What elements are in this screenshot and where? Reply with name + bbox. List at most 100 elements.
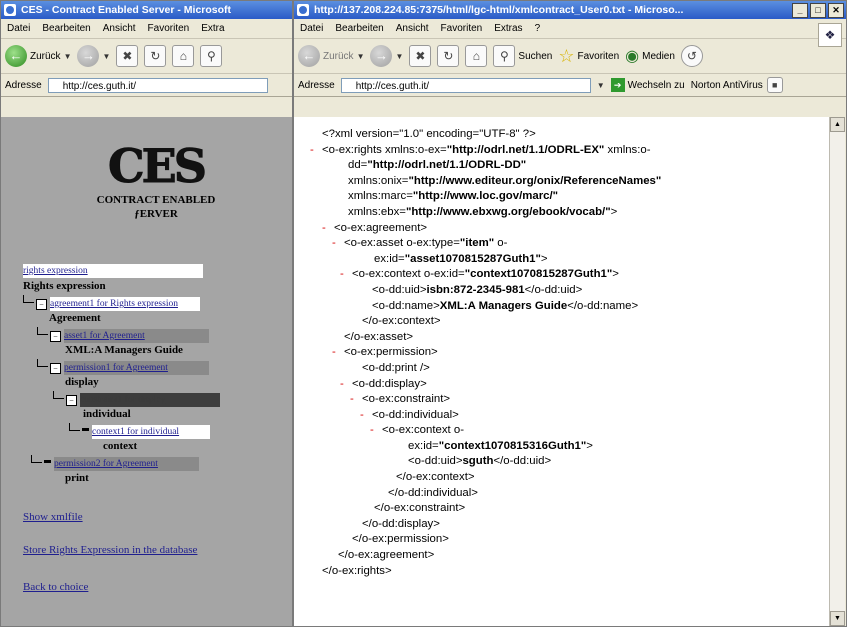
- search-button[interactable]: ⚲ Suchen: [493, 45, 552, 67]
- show-xml-link[interactable]: Show xmlfile: [23, 511, 83, 523]
- menu-item-help[interactable]: ?: [535, 23, 541, 34]
- agreement-link[interactable]: agreement1 for Rights expression: [50, 297, 200, 311]
- xml-value: "context1070815316Guth1": [438, 439, 587, 452]
- menu-item-extras[interactable]: Extra: [201, 23, 224, 34]
- search-icon[interactable]: ⚲: [200, 45, 223, 67]
- minimize-icon[interactable]: _: [792, 3, 808, 18]
- stop-icon[interactable]: ✖: [116, 45, 139, 67]
- ces-logo: CES CONTRACT ENABLED ƒERVER: [91, 139, 221, 221]
- xml-line: dd="http://odrl.net/1.1/ODRL-DD": [310, 158, 820, 174]
- xml-markup: <o-dd:uid>: [372, 283, 427, 296]
- collapse-toggle-icon[interactable]: -: [360, 408, 372, 424]
- media-button[interactable]: ◉ Medien: [625, 46, 675, 66]
- xml-markup: xmlns:ebx=: [348, 205, 406, 218]
- menu-item-datei[interactable]: Datei: [7, 23, 30, 34]
- asset-link[interactable]: asset1 for Agreement: [64, 329, 209, 343]
- home-icon[interactable]: ⌂: [172, 45, 195, 67]
- xml-markup: >: [610, 205, 618, 218]
- left-window-title: CES - Contract Enabled Server - Microsof…: [21, 4, 232, 16]
- refresh-icon[interactable]: ↻: [437, 45, 460, 67]
- xml-document: <?xml version="1.0" encoding="UTF-8" ?> -…: [310, 127, 820, 579]
- xml-value: "context1070815287Guth1": [464, 268, 613, 281]
- constraint-link[interactable]: constraint1 for display: [80, 393, 220, 407]
- xml-markup: </o-dd:individual>: [388, 486, 478, 499]
- xml-line: - <o-dd:individual>: [310, 408, 820, 424]
- rights-expression-heading: Rights expression: [23, 280, 106, 292]
- xml-value: "http://www.loc.gov/marc/": [412, 190, 559, 203]
- context-link[interactable]: context1 for individual: [92, 425, 210, 439]
- xml-line: - <o-ex:context o-ex:id="context107081528…: [310, 267, 820, 283]
- left-toolbar: ← Zurück ▼ → ▼ ✖ ↻ ⌂ ⚲: [1, 39, 292, 74]
- permission1-link[interactable]: permission1 for Agreement: [64, 361, 209, 375]
- xml-markup: >: [586, 439, 593, 452]
- collapse-icon[interactable]: −: [50, 331, 61, 342]
- xml-markup: </o-ex:constraint>: [374, 502, 466, 515]
- address-field[interactable]: http://ces.guth.it/: [47, 77, 268, 93]
- xml-value: isbn:872-2345-981: [426, 283, 525, 296]
- norton-antivirus-button[interactable]: Norton AntiVirus ■: [691, 77, 783, 93]
- left-menu-bar: Datei Bearbeiten Ansicht Favoriten Extra: [1, 19, 292, 39]
- back-button[interactable]: ← Zurück ▼: [5, 45, 71, 67]
- home-icon[interactable]: ⌂: [465, 45, 488, 67]
- refresh-icon[interactable]: ↻: [144, 45, 167, 67]
- star-icon: ☆: [558, 45, 575, 66]
- xml-markup: </o-dd:uid>: [493, 455, 552, 468]
- forward-button[interactable]: → ▼: [370, 45, 403, 67]
- scroll-down-icon[interactable]: ▼: [830, 611, 845, 626]
- forward-button[interactable]: → ▼: [77, 45, 110, 67]
- collapse-toggle-icon[interactable]: -: [350, 392, 362, 408]
- menu-item-extras[interactable]: Extras: [494, 23, 522, 34]
- collapse-toggle-icon[interactable]: -: [332, 345, 344, 361]
- back-to-choice-link[interactable]: Back to choice: [23, 581, 88, 593]
- right-toolbar: ← Zurück ▼ → ▼ ✖ ↻ ⌂ ⚲ Suchen ☆ Favorite…: [294, 39, 846, 74]
- xml-viewer[interactable]: <?xml version="1.0" encoding="UTF-8" ?> -…: [294, 117, 832, 626]
- collapse-toggle-icon[interactable]: -: [340, 267, 352, 283]
- store-link[interactable]: Store Rights Expression in the database: [23, 544, 197, 556]
- chevron-down-icon[interactable]: ▼: [102, 52, 110, 61]
- maximize-icon[interactable]: □: [810, 3, 826, 18]
- contract-server-page: CES CONTRACT ENABLED ƒERVER rights expre…: [1, 117, 292, 626]
- menu-item-ansicht[interactable]: Ansicht: [396, 23, 429, 34]
- chevron-down-icon[interactable]: ▼: [64, 52, 72, 61]
- agreement-label: Agreement: [49, 312, 101, 324]
- xml-line: <o-dd:print />: [310, 361, 820, 377]
- menu-item-bearbeiten[interactable]: Bearbeiten: [335, 23, 383, 34]
- left-title-bar[interactable]: CES - Contract Enabled Server - Microsof…: [1, 1, 292, 19]
- collapse-icon[interactable]: −: [36, 299, 47, 310]
- xml-markup: </o-ex:context>: [396, 471, 475, 484]
- address-field[interactable]: http://ces.guth.it/: [340, 77, 591, 93]
- logo-mark: CES: [108, 139, 208, 194]
- stop-icon[interactable]: ✖: [409, 45, 432, 67]
- menu-item-favoriten[interactable]: Favoriten: [441, 23, 483, 34]
- menu-item-bearbeiten[interactable]: Bearbeiten: [42, 23, 90, 34]
- go-button[interactable]: ➔ Wechseln zu: [610, 78, 685, 92]
- forward-arrow-icon: →: [370, 45, 393, 67]
- back-button[interactable]: ← Zurück ▼: [298, 45, 364, 67]
- xml-value: "http://www.editeur.org/onix/ReferenceNa…: [408, 174, 662, 187]
- collapse-toggle-icon[interactable]: -: [322, 221, 334, 237]
- collapse-toggle-icon[interactable]: -: [340, 377, 352, 393]
- menu-item-ansicht[interactable]: Ansicht: [103, 23, 136, 34]
- collapse-icon[interactable]: −: [66, 395, 77, 406]
- scroll-up-icon[interactable]: ▲: [830, 117, 845, 132]
- menu-item-datei[interactable]: Datei: [300, 23, 323, 34]
- chevron-down-icon[interactable]: ▼: [395, 52, 403, 61]
- rights-expression-link[interactable]: rights expression: [23, 264, 203, 278]
- vertical-scrollbar[interactable]: ▲ ▼: [829, 117, 845, 626]
- xml-value: "http://odrl.net/1.1/ODRL-EX": [446, 143, 605, 156]
- history-icon[interactable]: ↺: [680, 45, 703, 67]
- collapse-toggle-icon[interactable]: -: [370, 423, 382, 439]
- close-icon[interactable]: ✕: [828, 3, 844, 18]
- chevron-down-icon[interactable]: ▼: [597, 81, 605, 90]
- collapse-toggle-icon[interactable]: -: [310, 143, 322, 159]
- tree-row: − permission1 for Agreement: [37, 359, 209, 375]
- chevron-down-icon[interactable]: ▼: [357, 52, 365, 61]
- xml-markup: xmlns:onix=: [348, 174, 409, 187]
- collapse-toggle-icon[interactable]: -: [332, 236, 344, 252]
- xml-markup: <o-ex:context o-ex:id=: [352, 268, 465, 281]
- collapse-icon[interactable]: −: [50, 363, 61, 374]
- menu-item-favoriten[interactable]: Favoriten: [148, 23, 190, 34]
- right-title-bar[interactable]: http://137.208.224.85:7375/html/lgc-html…: [294, 1, 846, 19]
- permission2-link[interactable]: permission2 for Agreement: [54, 457, 199, 471]
- favorites-button[interactable]: ☆ Favoriten: [558, 46, 619, 67]
